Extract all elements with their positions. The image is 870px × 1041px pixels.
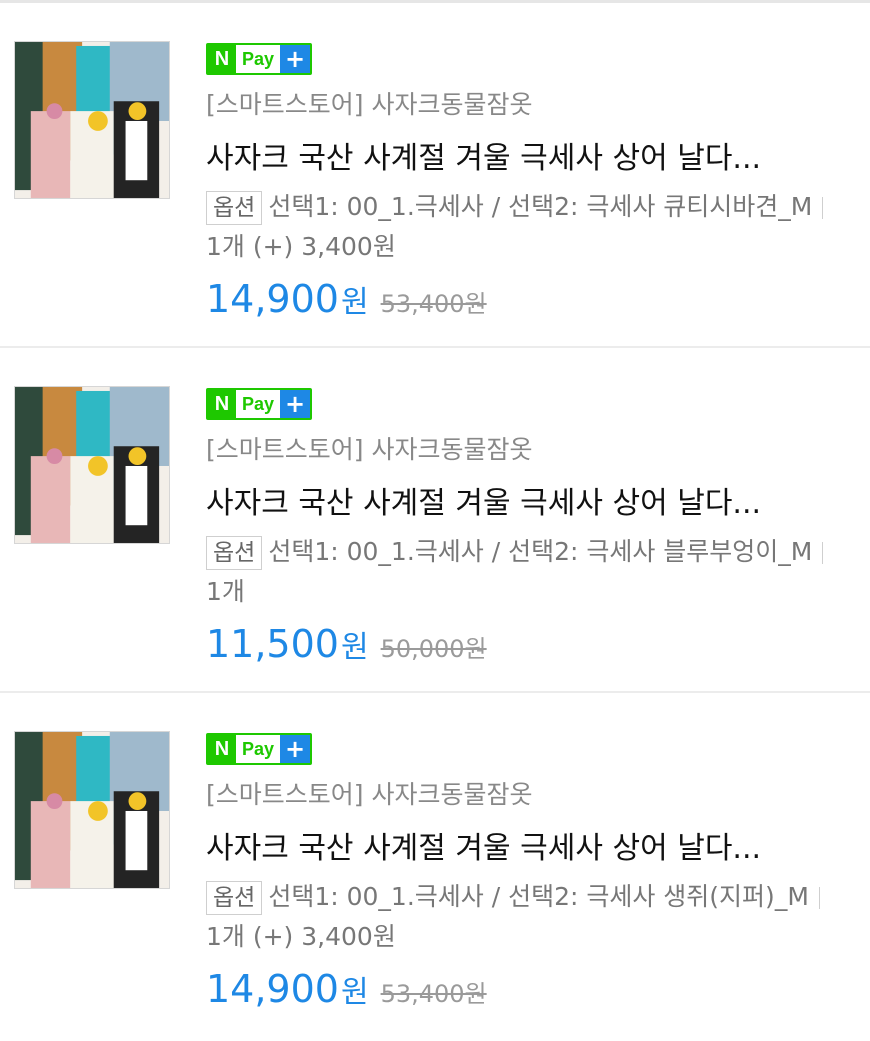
plus-icon: + xyxy=(280,735,311,763)
price-row: 14,900 원 53,400원 xyxy=(206,277,846,321)
quantity-text: 1개 (+) 3,400원 xyxy=(206,232,396,261)
npay-plus-badge: N Pay + xyxy=(206,733,313,765)
npay-plus-badge: N Pay + xyxy=(206,388,313,420)
sale-price: 14,900 xyxy=(206,277,339,321)
quantity-text: 1개 (+) 3,400원 xyxy=(206,922,396,951)
original-price: 50,000원 xyxy=(380,635,487,663)
plus-icon: + xyxy=(280,390,311,418)
product-info: N Pay + [스마트스토어] 사자크동물잠옷 사자크 국산 사계절 겨울 극… xyxy=(206,733,846,1011)
sale-price: 11,500 xyxy=(206,622,339,666)
product-thumbnail[interactable] xyxy=(14,41,170,199)
option-text: 선택1: 00_1.극세사 / 선택2: 극세사 큐티시바견_M xyxy=(268,192,813,221)
price-row: 11,500 원 50,000원 xyxy=(206,622,846,666)
order-item-list: N Pay + [스마트스토어] 사자크동물잠옷 사자크 국산 사계절 겨울 극… xyxy=(0,3,870,1038)
npay-label: Pay xyxy=(236,735,281,763)
store-name[interactable]: [스마트스토어] 사자크동물잠옷 xyxy=(206,775,846,811)
product-info: N Pay + [스마트스토어] 사자크동물잠옷 사자크 국산 사계절 겨울 극… xyxy=(206,43,846,321)
product-image xyxy=(15,387,169,543)
price-unit: 원 xyxy=(340,975,369,1010)
product-title[interactable]: 사자크 국산 사계절 겨울 극세사 상어 날다... xyxy=(206,478,836,522)
product-thumbnail[interactable] xyxy=(14,386,170,544)
price-unit: 원 xyxy=(340,285,369,320)
naver-n-icon: N xyxy=(208,45,236,73)
npay-label: Pay xyxy=(236,45,281,73)
product-image xyxy=(15,42,169,198)
product-image xyxy=(15,732,169,888)
option-badge: 옵션 xyxy=(206,191,263,225)
quantity-text: 1개 xyxy=(206,577,245,606)
npay-label: Pay xyxy=(236,390,281,418)
list-item[interactable]: N Pay + [스마트스토어] 사자크동물잠옷 사자크 국산 사계절 겨울 극… xyxy=(0,348,870,693)
product-thumbnail[interactable] xyxy=(14,731,170,889)
option-line: 옵션 선택1: 00_1.극세사 / 선택2: 극세사 큐티시바견_M 1개 (+)… xyxy=(206,187,836,267)
product-title[interactable]: 사자크 국산 사계절 겨울 극세사 상어 날다... xyxy=(206,823,836,867)
option-badge: 옵션 xyxy=(206,536,263,570)
naver-n-icon: N xyxy=(208,735,236,763)
store-name[interactable]: [스마트스토어] 사자크동물잠옷 xyxy=(206,430,846,466)
plus-icon: + xyxy=(280,45,311,73)
product-title[interactable]: 사자크 국산 사계절 겨울 극세사 상어 날다... xyxy=(206,133,836,177)
product-info: N Pay + [스마트스토어] 사자크동물잠옷 사자크 국산 사계절 겨울 극… xyxy=(206,388,846,666)
price-unit: 원 xyxy=(340,630,369,665)
price-row: 14,900 원 53,400원 xyxy=(206,967,846,1011)
divider xyxy=(818,887,820,909)
naver-n-icon: N xyxy=(208,390,236,418)
sale-price: 14,900 xyxy=(206,967,339,1011)
option-text: 선택1: 00_1.극세사 / 선택2: 극세사 블루부엉이_M xyxy=(268,537,813,566)
option-line: 옵션 선택1: 00_1.극세사 / 선택2: 극세사 생쥐(지퍼)_M 1개 (+… xyxy=(206,877,836,957)
option-line: 옵션 선택1: 00_1.극세사 / 선택2: 극세사 블루부엉이_M 1개 xyxy=(206,532,836,612)
divider xyxy=(822,542,824,564)
list-item[interactable]: N Pay + [스마트스토어] 사자크동물잠옷 사자크 국산 사계절 겨울 극… xyxy=(0,693,870,1038)
original-price: 53,400원 xyxy=(380,980,487,1008)
original-price: 53,400원 xyxy=(380,290,487,318)
divider xyxy=(822,197,824,219)
option-badge: 옵션 xyxy=(206,881,263,915)
npay-plus-badge: N Pay + xyxy=(206,43,313,75)
store-name[interactable]: [스마트스토어] 사자크동물잠옷 xyxy=(206,85,846,121)
option-text: 선택1: 00_1.극세사 / 선택2: 극세사 생쥐(지퍼)_M xyxy=(268,882,809,911)
list-item[interactable]: N Pay + [스마트스토어] 사자크동물잠옷 사자크 국산 사계절 겨울 극… xyxy=(0,3,870,348)
